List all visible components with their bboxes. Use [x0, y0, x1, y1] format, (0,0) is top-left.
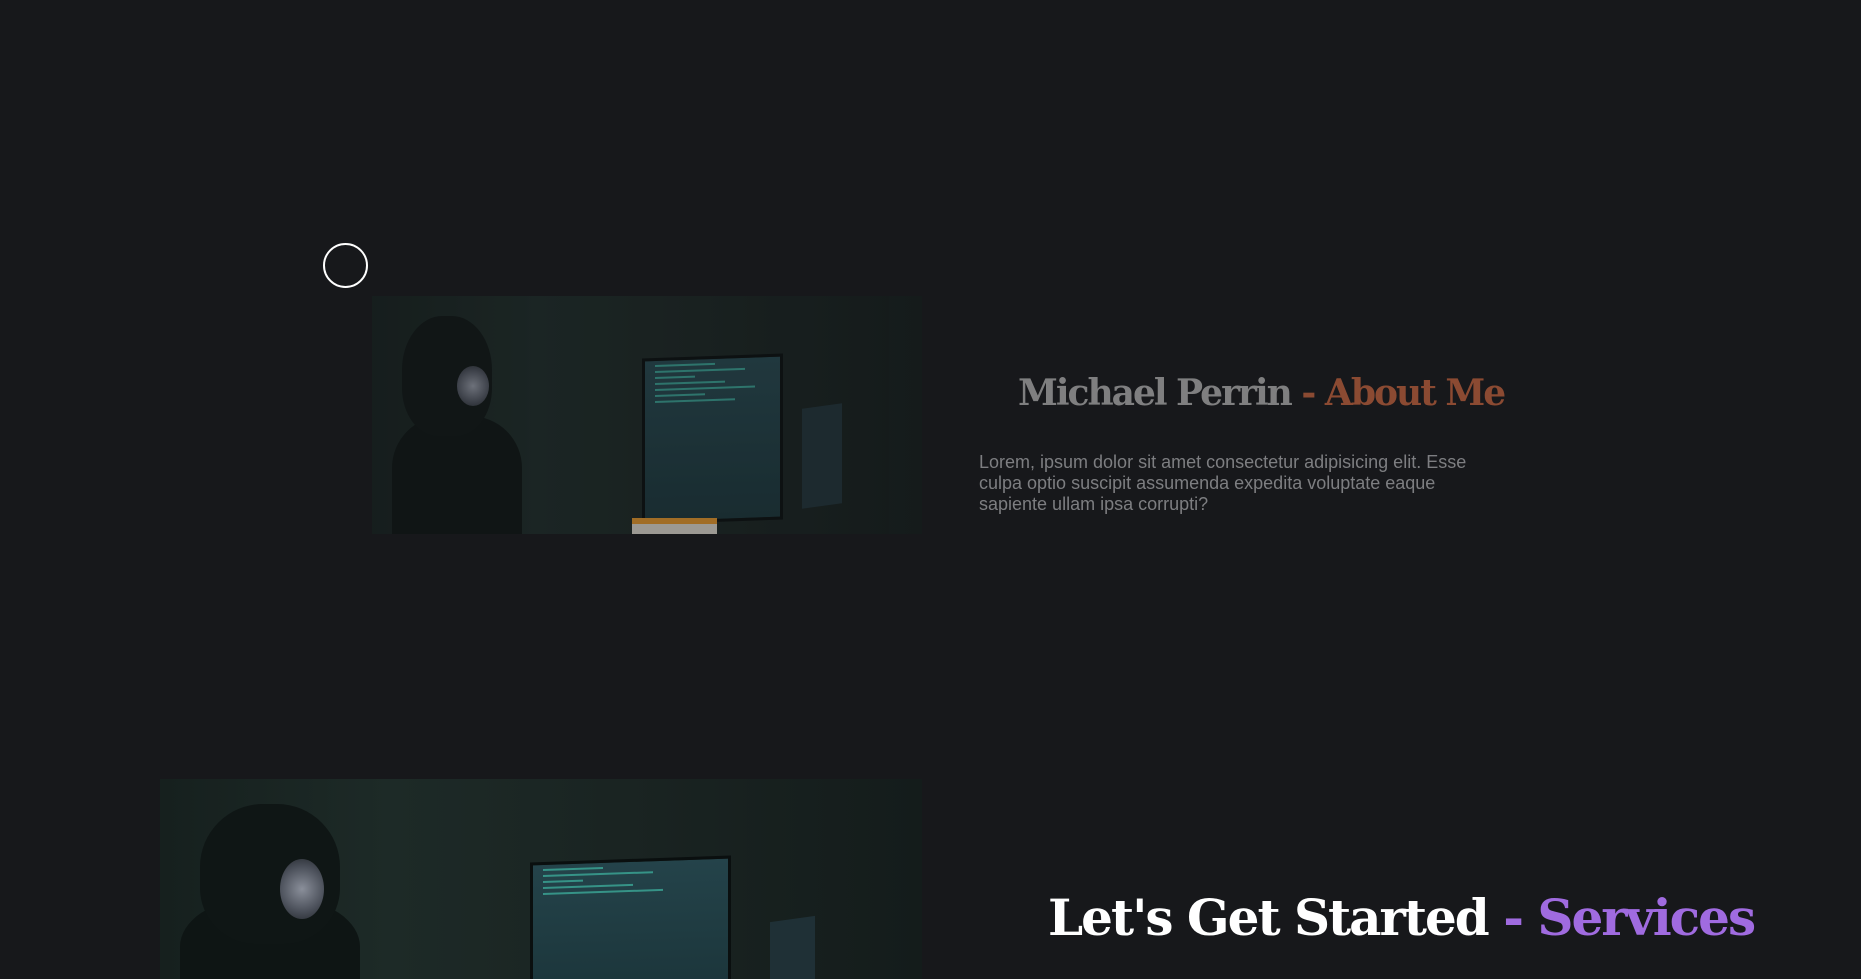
- about-name: Michael Perrin: [1018, 372, 1293, 414]
- services-separator: -: [1503, 888, 1524, 947]
- headphone-shape: [457, 366, 489, 406]
- services-photo: [160, 779, 922, 979]
- about-heading: Michael Perrin - About Me: [1018, 372, 1506, 414]
- cursor-ring: [323, 243, 368, 288]
- services-lead: Let's Get Started: [1048, 888, 1490, 947]
- headphone-shape: [280, 859, 324, 919]
- services-heading: Let's Get Started - Services: [1048, 888, 1756, 947]
- services-section-title: Services: [1537, 888, 1756, 947]
- about-photo: [372, 296, 922, 534]
- about-section-title: About Me: [1324, 372, 1506, 414]
- about-description: Lorem, ipsum dolor sit amet consectetur …: [979, 452, 1467, 514]
- about-separator: -: [1301, 372, 1316, 414]
